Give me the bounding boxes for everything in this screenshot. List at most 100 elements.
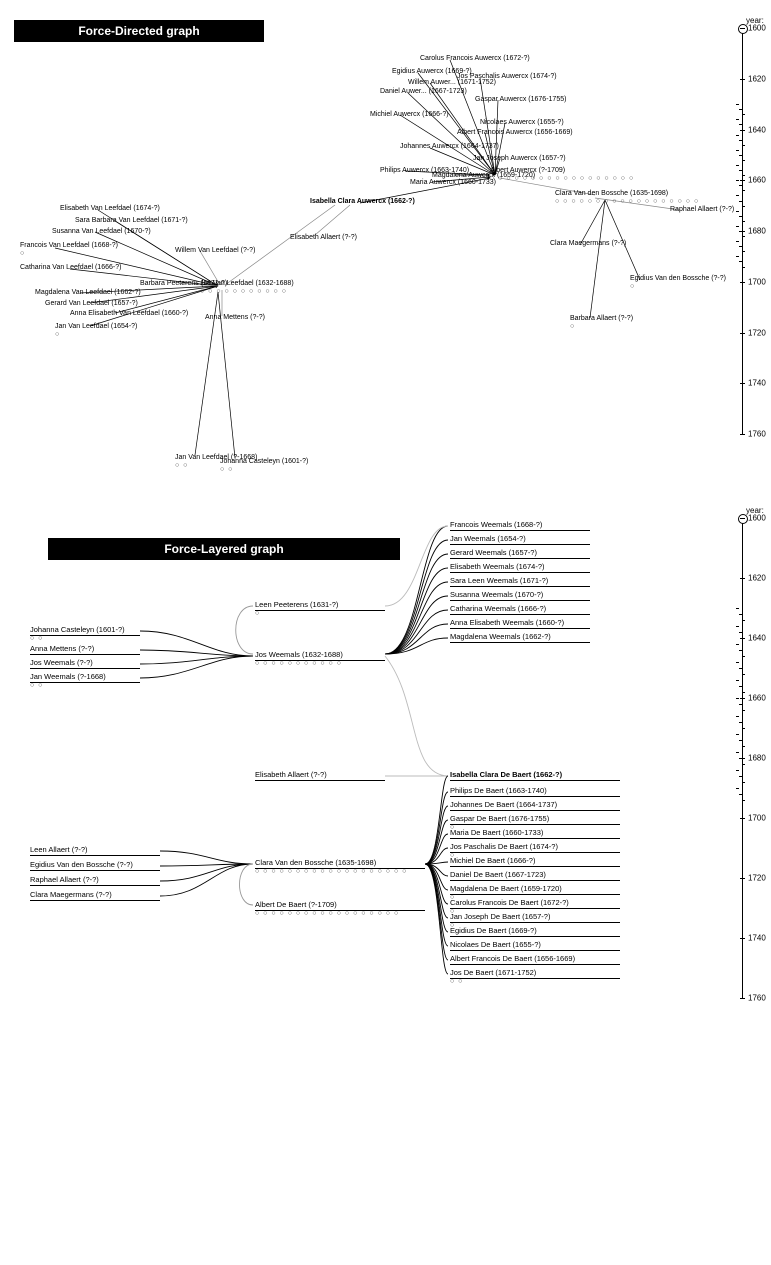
fd-node[interactable]: Albert Auwercx (?-1709)○ ○ ○ ○ ○ ○ ○ ○ ○…: [490, 167, 634, 182]
fl-node[interactable]: Susanna Weemals (1670-?): [450, 590, 590, 599]
fl-node[interactable]: Magdalena Weemals (1662-?): [450, 632, 590, 641]
fl-node[interactable]: Philips De Baert (1663-1740): [450, 786, 620, 795]
fd-node[interactable]: Raphael Allaert (?-?): [670, 206, 734, 214]
fd-node[interactable]: Daniel Auwer... (1667-1723): [380, 88, 467, 96]
timeline-tick-label: 1740: [748, 934, 766, 943]
timeline-handle-icon[interactable]: [738, 514, 748, 524]
fl-node[interactable]: Anna Mettens (?-?): [30, 644, 140, 653]
fd-node[interactable]: Jan Van Leefdael (1654-?)○: [55, 323, 137, 338]
fl-node[interactable]: Nicolaes De Baert (1655-?): [450, 940, 620, 949]
fl-node[interactable]: Johannes De Baert (1664-1737): [450, 800, 620, 809]
fl-node[interactable]: Gerard Weemals (1657-?): [450, 548, 590, 557]
node-underline: [450, 600, 590, 601]
fd-node[interactable]: Barbara Allaert (?-?)○: [570, 315, 633, 330]
fl-node[interactable]: Clara Maegermans (?-?): [30, 890, 160, 899]
timeline-event-marker: [742, 114, 745, 115]
fl-node[interactable]: Leen Allaert (?-?): [30, 845, 160, 854]
fl-node[interactable]: Jos Paschalis De Baert (1674-?)○: [450, 842, 620, 851]
timeline-event-marker: [736, 626, 739, 627]
fd-node[interactable]: Nicolaes Auwercx (1655-?): [480, 119, 564, 127]
fd-node[interactable]: Sara Barbara Van Leefdael (1671-?): [75, 217, 188, 225]
timeline-event-marker: [739, 246, 742, 247]
fd-node[interactable]: Johanna Casteleyn (1601-?)○ ○: [220, 458, 308, 473]
fl-node[interactable]: Egidius De Baert (1669-?): [450, 926, 620, 935]
fl-node[interactable]: Elisabeth Weemals (1674-?): [450, 562, 590, 571]
timeline-top[interactable]: year: 1600162016401660168017001720174017…: [738, 28, 768, 434]
fl-node[interactable]: Albert Francois De Baert (1656-1669): [450, 954, 620, 963]
fl-node[interactable]: Albert De Baert (?-1709)○ ○ ○ ○ ○ ○ ○ ○ …: [255, 900, 425, 909]
fl-node[interactable]: Isabella Clara De Baert (1662-?): [450, 770, 620, 779]
fl-node[interactable]: Sara Leen Weemals (1671-?): [450, 576, 590, 585]
timeline-tick-label: 1620: [748, 74, 766, 83]
timeline-event-marker: [742, 674, 745, 675]
fd-node[interactable]: Johannes Auwercx (1664-1737): [400, 143, 499, 151]
fl-node[interactable]: Jan Weemals (?-1668)○ ○: [30, 672, 140, 681]
fl-node[interactable]: Catharina Weemals (1666-?): [450, 604, 590, 613]
timeline-tick-label: 1700: [748, 814, 766, 823]
fd-node[interactable]: Anna Elisabeth Van Leefdael (1660-?): [70, 310, 188, 318]
fd-node[interactable]: Francois Van Leefdael (1668-?)○: [20, 242, 118, 257]
fd-node[interactable]: Egidius Van den Bossche (?-?)○: [630, 275, 726, 290]
timeline-event-marker: [742, 746, 745, 747]
fl-node[interactable]: Leen Peeterens (1631-?)○: [255, 600, 385, 609]
node-label: Francois Van Leefdael (1668-?): [20, 242, 118, 250]
timeline-event-marker: [736, 104, 739, 105]
fl-node[interactable]: Elisabeth Allaert (?-?): [255, 770, 385, 779]
fd-node[interactable]: Maria Auwercx (1660-1733): [410, 179, 496, 187]
fl-node[interactable]: Jos Weemals (1632-1688)○ ○ ○ ○ ○ ○ ○ ○ ○…: [255, 650, 385, 659]
fl-node[interactable]: Francois Weemals (1668-?): [450, 520, 590, 529]
timeline-bottom[interactable]: year: 1600162016401660168017001720174017…: [738, 518, 768, 998]
fd-node[interactable]: Gaspar Auwercx (1676-1755): [475, 96, 566, 104]
node-label: Egidius Van den Bossche (?-?): [630, 275, 726, 283]
fl-node[interactable]: Raphael Allaert (?-?): [30, 875, 160, 884]
fl-node[interactable]: Anna Elisabeth Weemals (1660-?): [450, 618, 590, 627]
timeline-event-marker: [742, 206, 745, 207]
fl-node[interactable]: Magdalena De Baert (1659-1720)○: [450, 884, 620, 893]
fl-node[interactable]: Jan Joseph De Baert (1657-?)○: [450, 912, 620, 921]
fl-node[interactable]: Gaspar De Baert (1676-1755)○: [450, 814, 620, 823]
node-underline: [450, 838, 620, 839]
fd-node[interactable]: Magdalena Van Leefdael (1662-?): [35, 289, 141, 297]
fd-node[interactable]: Gerard Van Leefdael (1657-?): [45, 300, 138, 308]
fl-node[interactable]: Jos De Baert (1671-1752)○ ○: [450, 968, 620, 977]
timeline-event-marker: [736, 195, 739, 196]
fl-node[interactable]: Egidius Van den Bossche (?-?): [30, 860, 160, 869]
fd-node[interactable]: Carolus Francois Auwercx (1672-?): [420, 55, 530, 63]
fd-node[interactable]: Anna Mettens (?-?): [205, 314, 265, 322]
node-label: Jan Joseph De Baert (1657-?): [450, 912, 550, 921]
node-label: Jos Paschalis De Baert (1674-?): [450, 842, 558, 851]
fl-node[interactable]: Daniel De Baert (1667-1723): [450, 870, 620, 879]
fd-node[interactable]: Jos Van Leefdael (1632-1688)○ ○ ○ ○ ○ ○ …: [200, 280, 294, 295]
fd-node[interactable]: Clara Maegermans (?-?): [550, 240, 626, 248]
fl-node[interactable]: Maria De Baert (1660-1733): [450, 828, 620, 837]
timeline-event-marker: [739, 261, 742, 262]
timeline-event-marker: [742, 692, 745, 693]
node-underline: [450, 950, 620, 951]
timeline-event-marker: [739, 170, 742, 171]
fd-node[interactable]: Jan Joseph Auwercx (1657-?): [473, 155, 566, 163]
node-underline: [450, 558, 590, 559]
fl-node[interactable]: Michiel De Baert (1666-?): [450, 856, 620, 865]
node-underline: [450, 614, 590, 615]
timeline-event-marker: [739, 758, 742, 759]
fd-node[interactable]: Willem Van Leefdael (?-?): [175, 247, 255, 255]
fd-node[interactable]: Clara Van den Bossche (1635-1698)○ ○ ○ ○…: [555, 190, 699, 205]
fl-node[interactable]: Jos Weemals (?-?): [30, 658, 140, 667]
fd-node[interactable]: Michiel Auwercx (1666-?): [370, 111, 449, 119]
fl-node[interactable]: Jan Weemals (1654-?): [450, 534, 590, 543]
fl-node[interactable]: Johanna Casteleyn (1601-?)○ ○: [30, 625, 140, 634]
fd-node[interactable]: Susanna Van Leefdael (1670-?): [52, 228, 151, 236]
timeline-handle-icon[interactable]: [738, 24, 748, 34]
timeline-event-marker: [742, 782, 745, 783]
fd-node[interactable]: Albert Francois Auwercx (1656-1669): [457, 129, 573, 137]
fd-node[interactable]: Catharina Van Leefdael (1666-?): [20, 264, 121, 272]
timeline-event-marker: [736, 608, 739, 609]
fd-node[interactable]: Elisabeth Allaert (?-?): [290, 234, 357, 242]
node-label: Gaspar De Baert (1676-1755): [450, 814, 549, 823]
fd-node[interactable]: Isabella Clara Auwercx (1662-?): [310, 198, 415, 206]
fl-node[interactable]: Clara Van den Bossche (1635-1698)○ ○ ○ ○…: [255, 858, 425, 867]
fl-node[interactable]: Carolus Francois De Baert (1672-?)○: [450, 898, 620, 907]
fd-node[interactable]: Elisabeth Van Leefdael (1674-?): [60, 205, 160, 213]
fd-node[interactable]: Jos Paschalis Auwercx (1674-?): [457, 73, 557, 81]
node-label: Johannes Auwercx (1664-1737): [400, 143, 499, 151]
